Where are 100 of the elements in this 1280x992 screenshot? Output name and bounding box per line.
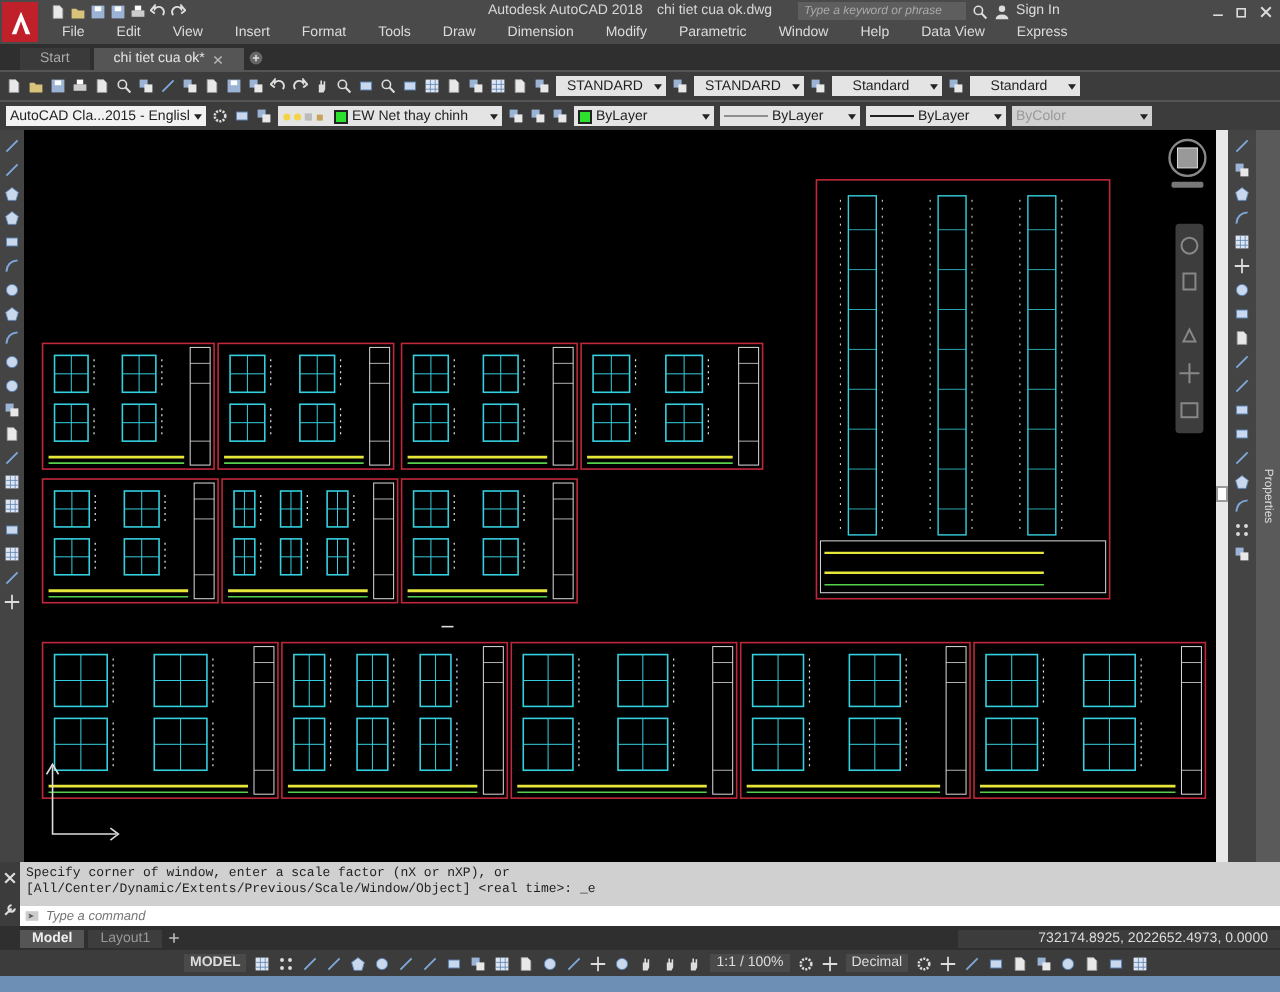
gear-icon[interactable] <box>916 955 933 971</box>
move-icon[interactable] <box>4 594 20 610</box>
document-icon[interactable] <box>4 426 20 442</box>
undo-icon[interactable] <box>150 3 166 19</box>
wcs-menu[interactable] <box>1171 181 1204 188</box>
rectangle-icon[interactable] <box>988 955 1005 971</box>
circle-icon[interactable] <box>1234 282 1250 298</box>
dots-icon[interactable] <box>278 955 295 971</box>
prompt-icon[interactable] <box>24 908 40 924</box>
close-icon[interactable] <box>1258 3 1274 19</box>
layers-icon[interactable] <box>948 78 964 94</box>
scrollbar-thumb[interactable] <box>1216 486 1228 502</box>
rectangle-icon[interactable] <box>446 955 463 971</box>
restore-icon[interactable] <box>1234 3 1250 19</box>
grid-icon[interactable] <box>4 474 20 490</box>
layers-icon[interactable] <box>4 402 20 418</box>
rectangle-icon[interactable] <box>402 78 418 94</box>
gear-icon[interactable] <box>797 955 814 971</box>
rectangle-icon[interactable] <box>234 108 250 124</box>
polygon-icon[interactable] <box>1234 186 1250 202</box>
layers-icon[interactable] <box>810 78 826 94</box>
line-icon[interactable] <box>1234 378 1250 394</box>
arc-icon[interactable] <box>1234 210 1250 226</box>
save-icon[interactable] <box>90 3 106 19</box>
grid-icon[interactable] <box>4 498 20 514</box>
rectangle-icon[interactable] <box>358 78 374 94</box>
add-layout-icon[interactable] <box>166 930 183 946</box>
line-icon[interactable] <box>4 162 20 178</box>
add-tab-icon[interactable] <box>248 49 265 65</box>
circle-icon[interactable] <box>4 282 20 298</box>
move-icon[interactable] <box>940 955 957 971</box>
grid-icon[interactable] <box>424 78 440 94</box>
move-icon[interactable] <box>1234 258 1250 274</box>
layers-icon[interactable] <box>468 78 484 94</box>
arc-icon[interactable] <box>4 330 20 346</box>
layers-icon[interactable] <box>138 78 154 94</box>
layers-icon[interactable] <box>1234 162 1250 178</box>
hand-icon[interactable] <box>638 955 655 971</box>
redo-icon[interactable] <box>170 3 186 19</box>
hand-icon[interactable] <box>686 955 703 971</box>
magnifier-icon[interactable] <box>972 3 989 19</box>
circle-icon[interactable] <box>542 955 559 971</box>
line-icon[interactable] <box>4 570 20 586</box>
close-icon[interactable] <box>212 53 225 65</box>
grid-icon[interactable] <box>490 78 506 94</box>
document-icon[interactable] <box>204 78 220 94</box>
rectangle-icon[interactable] <box>1234 306 1250 322</box>
redo-icon[interactable] <box>292 78 308 94</box>
arc-icon[interactable] <box>4 258 20 274</box>
dots-icon[interactable] <box>1234 522 1250 538</box>
layers-icon[interactable] <box>1036 955 1053 971</box>
hand-icon[interactable] <box>662 955 679 971</box>
close-icon[interactable] <box>2 870 18 886</box>
rectangle-icon[interactable] <box>4 522 20 538</box>
circle-icon[interactable] <box>614 955 631 971</box>
document-icon[interactable] <box>446 78 462 94</box>
line-icon[interactable] <box>1234 354 1250 370</box>
line-icon[interactable] <box>302 955 319 971</box>
arc-icon[interactable] <box>1234 498 1250 514</box>
document-icon[interactable] <box>1234 330 1250 346</box>
line-icon[interactable] <box>160 78 176 94</box>
folder-icon[interactable] <box>28 78 44 94</box>
line-icon[interactable] <box>566 955 583 971</box>
move-icon[interactable] <box>821 955 838 971</box>
navigation-bar[interactable] <box>1175 223 1204 434</box>
grid-icon[interactable] <box>1132 955 1149 971</box>
magnifier-icon[interactable] <box>116 78 132 94</box>
viewcube-icon[interactable] <box>1168 138 1207 178</box>
grid-icon[interactable] <box>4 546 20 562</box>
layers-icon[interactable] <box>1234 546 1250 562</box>
circle-icon[interactable] <box>4 354 20 370</box>
document-icon[interactable] <box>94 78 110 94</box>
rectangle-icon[interactable] <box>4 234 20 250</box>
line-icon[interactable] <box>422 955 439 971</box>
line-icon[interactable] <box>964 955 981 971</box>
layers-icon[interactable] <box>182 78 198 94</box>
line-icon[interactable] <box>4 450 20 466</box>
save-icon[interactable] <box>110 3 126 19</box>
line-icon[interactable] <box>326 955 343 971</box>
polygon-icon[interactable] <box>1234 474 1250 490</box>
polygon-icon[interactable] <box>350 955 367 971</box>
grid-icon[interactable] <box>1234 234 1250 250</box>
document-icon[interactable] <box>1012 955 1029 971</box>
folder-icon[interactable] <box>70 3 86 19</box>
magnifier-icon[interactable] <box>380 78 396 94</box>
circle-icon[interactable] <box>1060 955 1077 971</box>
line-icon[interactable] <box>398 955 415 971</box>
document-icon[interactable] <box>50 3 66 19</box>
document-icon[interactable] <box>6 78 22 94</box>
grid-icon[interactable] <box>254 955 271 971</box>
polygon-icon[interactable] <box>4 306 20 322</box>
circle-icon[interactable] <box>374 955 391 971</box>
save-icon[interactable] <box>50 78 66 94</box>
application-logo[interactable] <box>2 2 38 42</box>
undo-icon[interactable] <box>270 78 286 94</box>
line-icon[interactable] <box>4 138 20 154</box>
document-icon[interactable] <box>512 78 528 94</box>
grid-icon[interactable] <box>494 955 511 971</box>
magnifier-icon[interactable] <box>336 78 352 94</box>
save-icon[interactable] <box>226 78 242 94</box>
